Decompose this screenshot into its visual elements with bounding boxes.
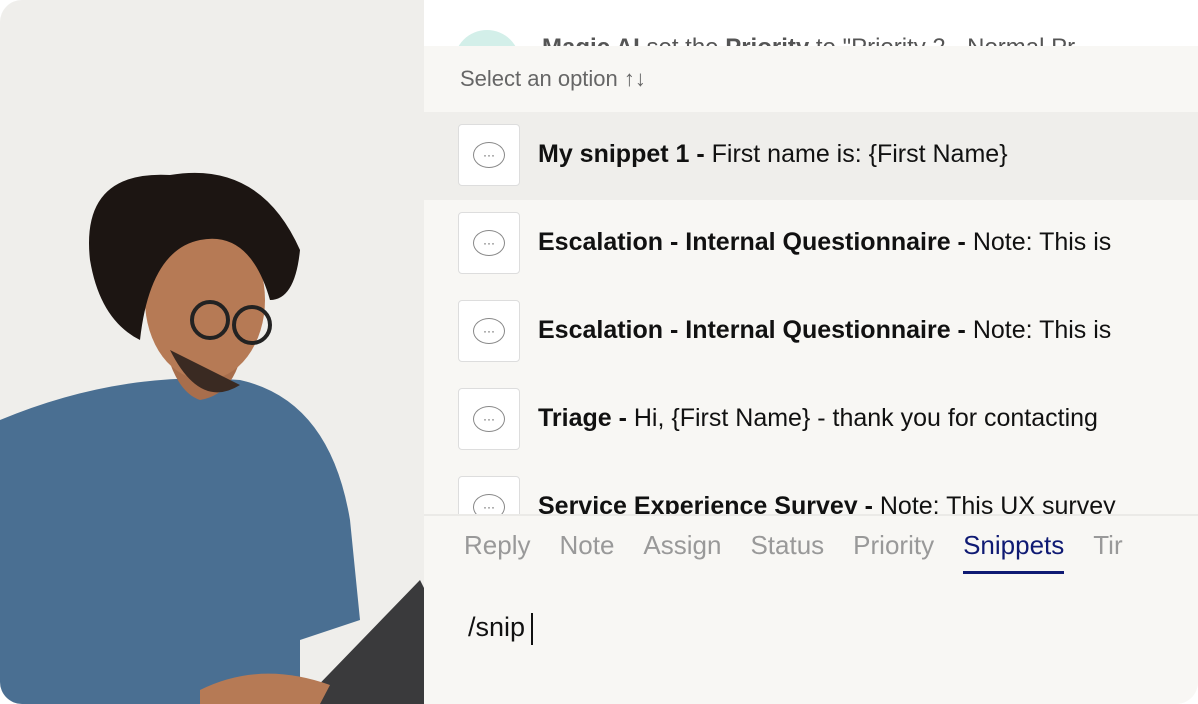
person-illustration: [0, 172, 430, 704]
snippet-option[interactable]: ··· Escalation - Internal Questionnaire …: [424, 200, 1198, 288]
chat-bubble-icon: ···: [473, 142, 505, 168]
snippet-text: Escalation - Internal Questionnaire - No…: [538, 316, 1111, 345]
activity-text: Magic AI set the Priority to "Priority 2…: [542, 34, 1075, 46]
tab-note[interactable]: Note: [559, 530, 614, 574]
snippet-option[interactable]: ··· Escalation - Internal Questionnaire …: [424, 288, 1198, 376]
snippet-text: Service Experience Survey - Note: This U…: [538, 492, 1116, 514]
tab-tir[interactable]: Tir: [1093, 530, 1122, 574]
composer: Reply Note Assign Status Priority Snippets Tir…: [424, 514, 1198, 704]
snippet-text: Triage - Hi, {First Name} - thank you fo…: [538, 404, 1098, 433]
tab-status[interactable]: Status: [750, 530, 824, 574]
tab-snippets[interactable]: Snippets: [963, 530, 1065, 574]
snippet-title: Triage -: [538, 404, 634, 432]
chat-bubble-icon: ···: [473, 318, 505, 344]
snippet-title: Escalation - Internal Questionnaire -: [538, 228, 973, 256]
snippet-body: Note: This is: [972, 316, 1112, 344]
text-caret: [531, 612, 534, 645]
snippet-body: Hi, {First Name} - thank you for contact…: [633, 404, 1098, 432]
snippet-title: Service Experience Survey -: [538, 492, 880, 514]
snippet-icon-box: ···: [458, 212, 520, 274]
snippet-text: Escalation - Internal Questionnaire - No…: [538, 228, 1111, 257]
chat-bubble-icon: ···: [473, 406, 505, 432]
snippet-icon-box: ···: [458, 388, 520, 450]
select-hint: Select an option ↑↓: [460, 66, 646, 91]
snippet-title: Escalation - Internal Questionnaire -: [538, 316, 973, 344]
snippet-body: Note: This is: [972, 228, 1112, 256]
tab-reply[interactable]: Reply: [464, 530, 530, 574]
snippet-icon-box: ···: [458, 476, 520, 514]
person-photo: [0, 0, 430, 704]
snippet-icon-box: ···: [458, 300, 520, 362]
snippet-icon-box: ···: [458, 124, 520, 186]
avatar: [454, 30, 520, 46]
snippet-body: First name is: {First Name}: [711, 140, 1008, 168]
chat-bubble-icon: ···: [473, 230, 505, 256]
snippet-title: My snippet 1 -: [538, 140, 712, 168]
snippet-body: Note: This UX survey: [879, 492, 1116, 514]
composer-tabs: Reply Note Assign Status Priority Snippets Tir: [464, 530, 1123, 574]
activity-log: Magic AI set the Priority to "Priority 2…: [424, 0, 1198, 46]
chat-bubble-icon: ···: [473, 494, 505, 514]
tab-priority[interactable]: Priority: [853, 530, 934, 574]
tab-assign[interactable]: Assign: [643, 530, 721, 574]
snippet-option[interactable]: ··· Service Experience Survey - Note: Th…: [424, 464, 1198, 514]
conversation-panel: Magic AI set the Priority to "Priority 2…: [424, 0, 1198, 704]
snippet-option[interactable]: ··· Triage - Hi, {First Name} - thank yo…: [424, 376, 1198, 464]
snippet-text: My snippet 1 - First name is: {First Nam…: [538, 140, 1008, 169]
snippet-option[interactable]: ··· My snippet 1 - First name is: {First…: [424, 112, 1198, 200]
snippet-list[interactable]: ··· My snippet 1 - First name is: {First…: [424, 112, 1198, 514]
composer-input[interactable]: /snip: [468, 612, 534, 645]
